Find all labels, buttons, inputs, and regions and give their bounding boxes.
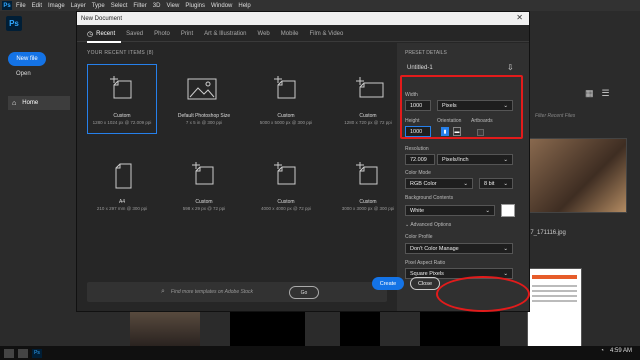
create-button[interactable]: Create [372,277,404,290]
document-icon [274,76,296,99]
clock-icon: ◷ [87,30,94,38]
tab-print[interactable]: Print [181,31,193,37]
document-name-input[interactable]: Untitled-1 [407,65,433,71]
chevron-down-icon: ⌄ [503,156,508,163]
advanced-options-toggle[interactable]: ⌄ Advanced Options [405,222,451,228]
preset-details-header: PRESET DETAILS [405,50,447,56]
document-icon [110,76,132,99]
chevron-down-icon: ⌄ [463,180,468,187]
grid-view-icon[interactable]: ▦ [585,88,594,99]
menu-item-3d[interactable]: 3D [153,3,161,9]
chevron-down-icon: ⌄ [485,207,490,214]
active-tab-indicator [87,41,121,43]
chevron-down-icon: ⌄ [503,270,508,277]
menu-bar: Ps File Edit Image Layer Type Select Filter 3D V… [0,0,640,11]
list-view-icon[interactable]: ☰ [602,88,610,99]
preset-tabs: ◷ Recent Saved Photo Print Art & Illustra… [77,26,529,42]
menu-item-plugins[interactable]: Plugins [185,3,205,9]
recent-items-header: YOUR RECENT ITEMS (8) [87,50,154,56]
recent-file-thumbnail[interactable] [527,138,627,213]
tab-recent[interactable]: ◷ Recent [87,30,115,38]
menu-item-view[interactable]: View [166,3,179,9]
taskbar-app-icon[interactable] [18,348,28,358]
background-color-swatch[interactable] [501,204,515,217]
background-contents-label: Background Contents [405,195,454,201]
menu-item-type[interactable]: Type [92,3,105,9]
highlight-rectangle [400,75,523,139]
color-mode-select[interactable]: RGB Color ⌄ [405,178,473,189]
new-document-dialog: New Document ✕ ◷ Recent Saved Photo Print… [76,11,530,312]
menu-item-image[interactable]: Image [48,3,65,9]
color-mode-label: Color Mode [405,170,431,176]
resolution-label: Resolution [405,146,429,152]
document-icon [356,77,384,98]
save-preset-icon[interactable]: ⇩ [507,63,514,72]
document-icon [274,162,296,185]
preset-item[interactable]: Custom 598 x 29 px @ 72 ppi [169,150,239,220]
tab-mobile[interactable]: Mobile [281,31,299,37]
menu-item-help[interactable]: Help [238,3,250,9]
bit-depth-select[interactable]: 8 bit ⌄ [479,178,513,189]
filter-recent-input[interactable]: Filter Recent Files [535,113,575,119]
close-button[interactable]: Close [410,277,440,290]
photoshop-taskbar-icon[interactable]: Ps [32,348,42,358]
menu-item-window[interactable]: Window [211,3,232,9]
document-icon [115,163,132,189]
stock-search-input[interactable]: ⌕ Find more templates on Adobe Stock [87,282,387,302]
menu-item-filter[interactable]: Filter [133,3,146,9]
preset-item[interactable]: Custom 1280 x 720 px @ 72 ppi [333,64,403,134]
preset-item[interactable]: Custom 3000 x 3000 px @ 300 ppi [333,150,403,220]
new-file-button[interactable]: New file [8,52,46,66]
menu-item-file[interactable]: File [16,3,26,9]
recent-file-name: 27_171116.jpg [527,230,566,236]
resolution-input[interactable]: 72.009 [405,154,435,165]
color-profile-label: Color Profile [405,234,433,240]
tab-film-video[interactable]: Film & Video [309,31,343,37]
image-icon [187,78,217,100]
search-icon: ⌕ [161,288,165,295]
tab-art-illustration[interactable]: Art & Illustration [204,31,246,37]
app-logo: Ps [2,1,12,10]
resolution-unit-select[interactable]: Pixels/Inch ⌄ [437,154,513,165]
chevron-down-icon: ⌄ [503,180,508,187]
taskbar: Ps ◔ 4:59 AM [0,346,640,360]
sidebar-item-label: Home [22,100,39,106]
recent-file-thumbnail[interactable] [527,268,582,348]
tab-saved[interactable]: Saved [126,31,143,37]
clock-text: 4:59 AM [609,348,632,354]
menu-item-edit[interactable]: Edit [32,3,42,9]
start-icon[interactable] [4,348,14,358]
preset-item[interactable]: Custom 4000 x 4000 px @ 72 ppi [251,150,321,220]
preset-item[interactable]: A4 210 x 297 mm @ 300 ppi [87,150,157,220]
background-contents-select[interactable]: White ⌄ [405,205,495,216]
chevron-down-icon: ⌄ [503,245,508,252]
dialog-title: New Document [77,12,529,25]
pixel-aspect-label: Pixel Aspect Ratio [405,260,446,266]
go-button[interactable]: Go [289,286,319,299]
view-toggle: ▦ ☰ [585,88,610,99]
open-button[interactable]: Open [16,71,31,77]
system-tray: ◔ 4:59 AM [600,348,632,354]
close-icon[interactable]: ✕ [516,13,523,22]
menu-items: File Edit Image Layer Type Select Filter 3D View… [16,3,257,9]
tab-web[interactable]: Web [258,31,270,37]
preset-item[interactable]: Custom 5000 x 5000 px @ 300 ppi [251,64,321,134]
document-icon [356,162,378,185]
home-icon: ⌂ [12,99,17,107]
chevron-down-icon: ⌄ [405,222,410,228]
sidebar-item-home[interactable]: ⌂ Home [8,96,70,110]
menu-item-layer[interactable]: Layer [71,3,86,9]
document-icon [192,162,214,185]
tab-photo[interactable]: Photo [154,31,170,37]
home-logo: Ps [6,16,22,31]
network-icon[interactable]: ◔ [600,348,604,354]
preset-item[interactable]: Default Photoshop Size 7 x 5 in @ 300 pp… [169,64,239,134]
preset-item[interactable]: Custom 1280 x 1024 px @ 72.009 ppi [87,64,157,134]
highlight-ellipse [436,276,530,312]
color-profile-select[interactable]: Don't Color Manage ⌄ [405,243,513,254]
menu-item-select[interactable]: Select [111,3,128,9]
